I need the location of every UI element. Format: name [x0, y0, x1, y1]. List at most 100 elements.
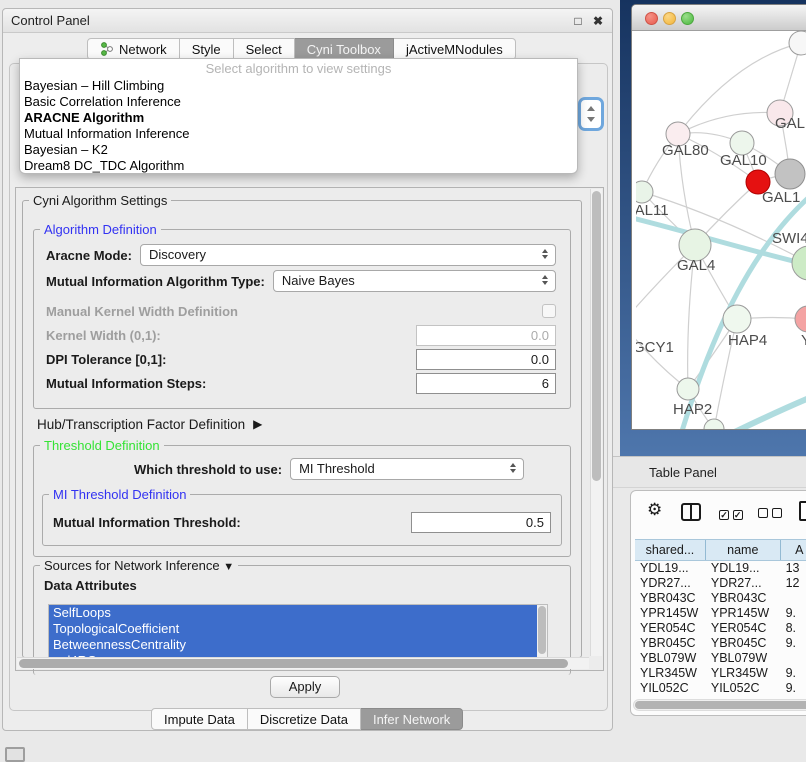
- cell-shared-name[interactable]: YLR345W: [635, 666, 706, 681]
- node-gal11[interactable]: [636, 181, 653, 203]
- settings-vertical-scrollbar[interactable]: [590, 189, 602, 656]
- manual-kernel-width-checkbox[interactable]: [542, 304, 556, 318]
- tab-infer-network[interactable]: Infer Network: [361, 708, 463, 730]
- close-window-button[interactable]: ✖: [590, 13, 606, 29]
- attribute-item-selected[interactable]: TopologicalCoefficient: [49, 621, 547, 637]
- algorithm-option[interactable]: Bayesian – K2: [20, 142, 577, 158]
- algorithm-option[interactable]: Basic Correlation Inference: [20, 94, 577, 110]
- docked-panel-icon[interactable]: [5, 747, 25, 762]
- close-traffic-light[interactable]: [645, 12, 658, 25]
- cell-value[interactable]: [781, 591, 806, 606]
- mi-algorithm-type-combo[interactable]: Naive Bayes: [273, 270, 556, 292]
- kernel-width-field: 0.0: [416, 325, 556, 346]
- cell-value[interactable]: 9.: [781, 636, 806, 651]
- tab-cyni-toolbox[interactable]: Cyni Toolbox: [295, 38, 394, 60]
- cell-shared-name[interactable]: YIL052C: [635, 681, 706, 696]
- cell-name[interactable]: YDL19...: [706, 561, 781, 576]
- cell-name[interactable]: YIL052C: [706, 681, 781, 696]
- mi-threshold-field[interactable]: 0.5: [411, 512, 551, 533]
- settings-horizontal-scrollbar[interactable]: [17, 657, 589, 669]
- deselect-all-columns-icon[interactable]: [758, 506, 782, 521]
- mi-steps-field[interactable]: 6: [416, 373, 556, 394]
- tab-network[interactable]: Network: [87, 38, 180, 60]
- attribute-item-selected[interactable]: BetweennessCentrality: [49, 637, 547, 653]
- tab-discretize-data[interactable]: Discretize Data: [248, 708, 361, 730]
- table-row[interactable]: YBR045CYBR045C9.: [635, 636, 806, 651]
- column-header[interactable]: A: [781, 540, 806, 560]
- split-columns-icon[interactable]: [681, 503, 701, 521]
- node-unlabeled[interactable]: [789, 31, 806, 55]
- cell-name[interactable]: YPR145W: [706, 606, 781, 621]
- scrollbar-thumb[interactable]: [538, 606, 546, 654]
- cell-name[interactable]: YER054C: [706, 621, 781, 636]
- network-window-titlebar[interactable]: [632, 5, 806, 31]
- cell-value[interactable]: 9.: [781, 666, 806, 681]
- float-window-button[interactable]: □: [570, 13, 586, 29]
- cell-shared-name[interactable]: YDL19...: [635, 561, 706, 576]
- node-swi4[interactable]: [792, 246, 806, 280]
- network-canvas[interactable]: GAL80 GAL10 GAL1 GAL11 GAL4 SWI4 HAP4 HA…: [636, 31, 806, 429]
- scrollbar-thumb[interactable]: [592, 191, 601, 481]
- aracne-mode-combo[interactable]: Discovery: [140, 244, 556, 266]
- new-table-icon[interactable]: [799, 501, 806, 521]
- table-row[interactable]: YDL19...YDL19...13: [635, 561, 806, 576]
- attribute-item-selected[interactable]: SelfLoops: [49, 605, 547, 621]
- apply-button[interactable]: Apply: [270, 676, 340, 698]
- which-threshold-combo[interactable]: MI Threshold: [290, 458, 524, 480]
- cell-value[interactable]: 13: [781, 561, 806, 576]
- cell-shared-name[interactable]: YPR145W: [635, 606, 706, 621]
- tab-label: Discretize Data: [260, 712, 348, 727]
- list-scrollbar[interactable]: [537, 605, 547, 665]
- algorithm-option[interactable]: Mutual Information Inference: [20, 126, 577, 142]
- mi-threshold-definition-group: MI Threshold Definition Mutual Informati…: [42, 494, 562, 546]
- zoom-traffic-light[interactable]: [681, 12, 694, 25]
- focused-spinner-button[interactable]: [578, 97, 604, 131]
- cell-shared-name[interactable]: YBL079W: [635, 651, 706, 666]
- tab-select[interactable]: Select: [234, 38, 295, 60]
- gear-icon[interactable]: ⚙: [647, 500, 662, 520]
- table-row[interactable]: YER054CYER054C8.: [635, 621, 806, 636]
- expanded-arrow-icon[interactable]: ▼: [223, 561, 234, 573]
- table-row[interactable]: YDR27...YDR27...12: [635, 576, 806, 591]
- cell-shared-name[interactable]: YBR045C: [635, 636, 706, 651]
- minimize-traffic-light[interactable]: [663, 12, 676, 25]
- cell-name[interactable]: YBR043C: [706, 591, 781, 606]
- algorithm-option[interactable]: Dream8 DC_TDC Algorithm: [20, 158, 577, 174]
- combo-arrows-icon: [542, 249, 548, 259]
- column-header[interactable]: name: [706, 540, 781, 560]
- cell-shared-name[interactable]: YBR043C: [635, 591, 706, 606]
- table-row[interactable]: YLR345WYLR345W9.: [635, 666, 806, 681]
- cell-name[interactable]: YBL079W: [706, 651, 781, 666]
- dpi-tolerance-field[interactable]: 0.0: [416, 349, 556, 370]
- tab-style[interactable]: Style: [180, 38, 234, 60]
- scrollbar-thumb[interactable]: [635, 701, 806, 709]
- cell-name[interactable]: YDR27...: [706, 576, 781, 591]
- cell-value[interactable]: [781, 651, 806, 666]
- node-gray[interactable]: [775, 159, 805, 189]
- scrollbar-thumb[interactable]: [19, 659, 568, 668]
- cell-shared-name[interactable]: YDR27...: [635, 576, 706, 591]
- cell-value[interactable]: 9.: [781, 606, 806, 621]
- group-title: Sources for Network Inference ▼: [40, 558, 238, 573]
- tab-jactivemnodules[interactable]: jActiveMNodules: [394, 38, 516, 60]
- node-hap2[interactable]: [677, 378, 699, 400]
- cell-value[interactable]: 8.: [781, 621, 806, 636]
- table-row[interactable]: YBR043CYBR043C: [635, 591, 806, 606]
- node-salmon[interactable]: [795, 306, 806, 332]
- cell-value[interactable]: 12: [781, 576, 806, 591]
- table-row[interactable]: YIL052CYIL052C9.: [635, 681, 806, 696]
- cell-shared-name[interactable]: YER054C: [635, 621, 706, 636]
- table-horizontal-scrollbar[interactable]: [633, 699, 806, 711]
- cell-name[interactable]: YLR345W: [706, 666, 781, 681]
- algorithm-option[interactable]: Bayesian – Hill Climbing: [20, 78, 577, 94]
- tab-impute-data[interactable]: Impute Data: [151, 708, 248, 730]
- table-row[interactable]: YBL079WYBL079W: [635, 651, 806, 666]
- node-hap4[interactable]: [723, 305, 751, 333]
- cell-name[interactable]: YBR045C: [706, 636, 781, 651]
- hub-tf-definition-toggle[interactable]: Hub/Transcription Factor Definition ▶: [37, 413, 567, 435]
- cell-value[interactable]: 9.: [781, 681, 806, 696]
- select-all-columns-icon[interactable]: ✓ ✓: [719, 506, 743, 521]
- algorithm-option-selected[interactable]: ARACNE Algorithm: [20, 110, 577, 126]
- column-header[interactable]: shared...: [635, 540, 706, 560]
- table-row[interactable]: YPR145WYPR145W9.: [635, 606, 806, 621]
